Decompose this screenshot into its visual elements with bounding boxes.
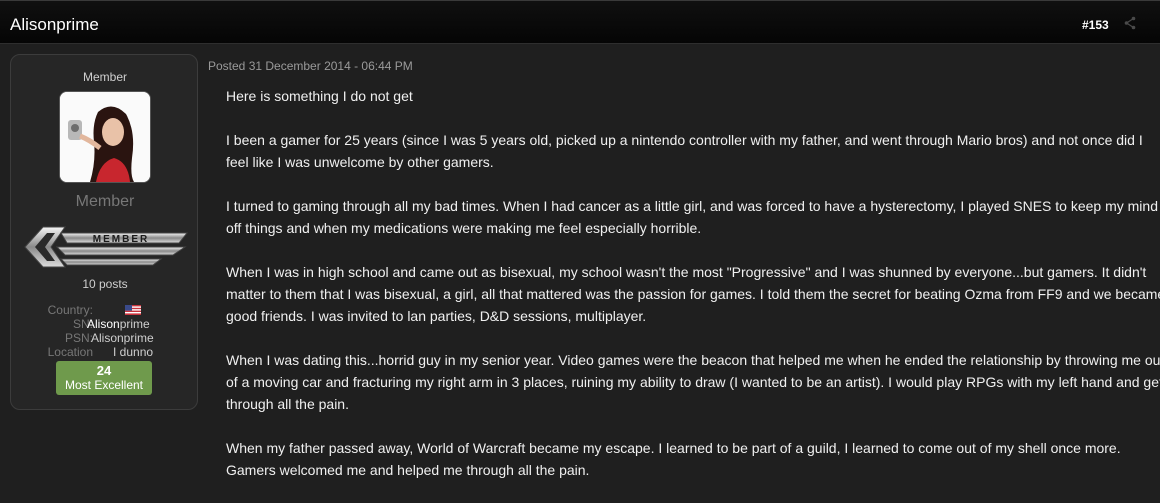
member-rank-badge: MEMBER bbox=[24, 226, 189, 268]
post-paragraph: I turned to gaming through all my bad ti… bbox=[226, 198, 1158, 236]
reputation-badge[interactable]: 24 Most Excellent bbox=[56, 361, 152, 395]
country-label: Country: bbox=[47, 303, 93, 317]
location-label: Location bbox=[47, 345, 93, 359]
post-body: Here is something I do not get I been a … bbox=[226, 85, 1160, 503]
badge-label: MEMBER bbox=[93, 234, 149, 245]
location-value: I dunno bbox=[113, 345, 154, 359]
post-paragraph: I been a gamer for 25 years (since I was… bbox=[226, 132, 1143, 170]
author-info-panel: Member Member MEMBER 10 posts Country: S… bbox=[10, 54, 198, 410]
psn-label: PSN: bbox=[64, 331, 93, 345]
reputation-value: 24 bbox=[96, 363, 112, 378]
post-paragraph: When I was dating this...horrid guy in m… bbox=[226, 352, 1160, 412]
author-name-link[interactable]: Alisonprime bbox=[10, 15, 99, 35]
post-paragraph: Here is something I do not get bbox=[226, 88, 413, 104]
post-count: 10 posts bbox=[82, 277, 128, 291]
sn-value: Alisonprime bbox=[87, 317, 150, 331]
post-date: Posted 31 December 2014 - 06:44 PM bbox=[208, 59, 413, 73]
share-icon[interactable] bbox=[1124, 16, 1136, 30]
psn-value: Alisonprime bbox=[91, 331, 154, 345]
post-number-link[interactable]: #153 bbox=[1082, 18, 1109, 32]
member-title: Member bbox=[75, 193, 135, 210]
post-header-bar: Alisonprime #153 bbox=[0, 0, 1160, 44]
avatar-image bbox=[60, 92, 150, 182]
post-paragraph: When I was in high school and came out a… bbox=[226, 264, 1160, 324]
post-paragraph: When my father passed away, World of War… bbox=[226, 440, 1121, 478]
avatar[interactable] bbox=[59, 91, 151, 183]
reputation-label: Most Excellent bbox=[64, 378, 144, 392]
member-group-label: Member bbox=[82, 70, 127, 84]
us-flag-icon bbox=[125, 305, 141, 315]
